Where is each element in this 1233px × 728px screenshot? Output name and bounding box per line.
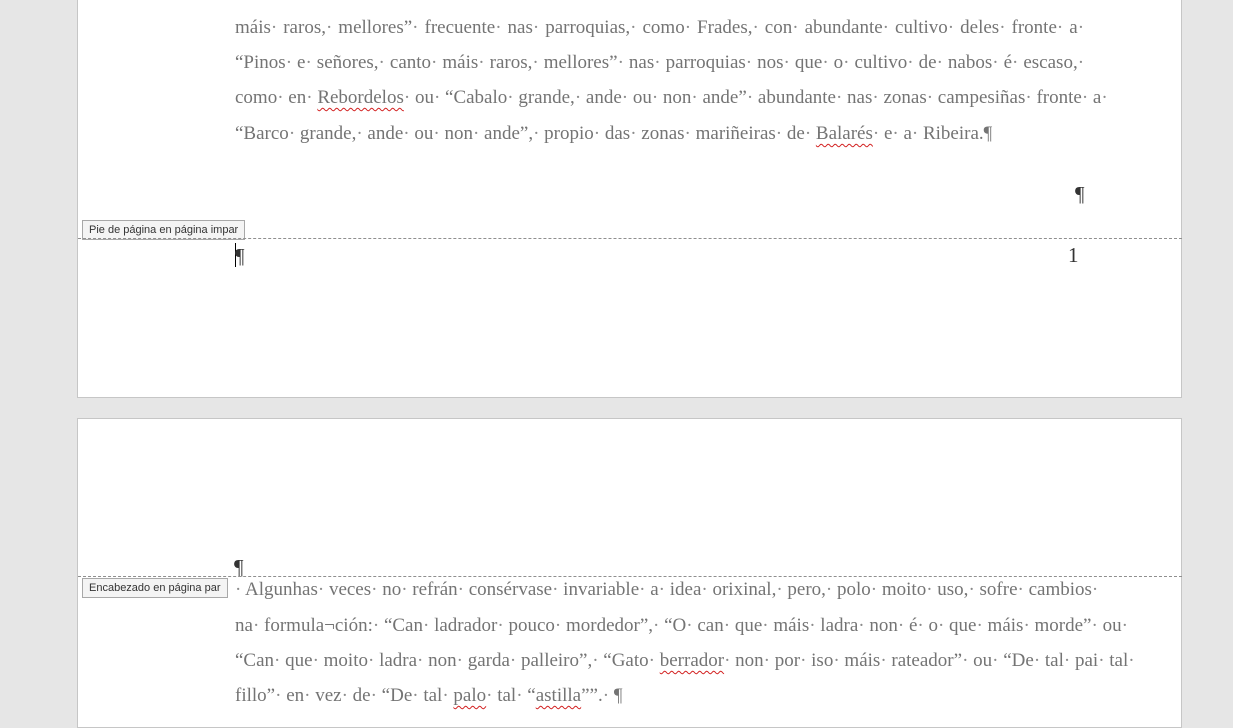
paragraph-mark: ¶ — [1075, 182, 1085, 206]
footer-label: Pie de página en página impar — [82, 220, 246, 240]
body-line[interactable]: “Pinos· e· señores,· canto· máis· raros,… — [235, 50, 1084, 76]
misspelled-word[interactable]: astilla — [536, 685, 581, 706]
misspelled-word[interactable]: Rebordelos — [317, 87, 404, 108]
page-number[interactable]: 1 — [1068, 243, 1079, 267]
body-line[interactable]: “Barco· grande,· ande· ou· non· ande”,· … — [235, 121, 1084, 147]
body-line[interactable]: “Can· que· moito· ladra· non· garda· pal… — [235, 648, 1135, 674]
body-line[interactable]: fillo”· en· vez· de· “De· tal· palo· tal… — [235, 683, 1084, 709]
footer-paragraph-mark[interactable]: ¶ — [235, 244, 245, 268]
body-line[interactable]: máis· raros,· mellores”· frecuente· nas·… — [235, 15, 1084, 41]
body-line[interactable]: como· en· Rebordelos· ou· “Cabalo· grand… — [235, 85, 1108, 111]
misspelled-word[interactable]: palo — [453, 685, 486, 706]
body-line[interactable]: · Algunhas· veces· no· refrán· consérvas… — [235, 577, 1098, 603]
misspelled-word[interactable]: Balarés — [816, 123, 873, 144]
body-line[interactable]: na· formula¬ción:· “Can· ladrador· pouco… — [235, 613, 1128, 639]
footer-boundary — [78, 238, 1182, 239]
header-label: Encabezado en página par — [82, 578, 228, 598]
misspelled-word[interactable]: berrador — [660, 650, 724, 671]
